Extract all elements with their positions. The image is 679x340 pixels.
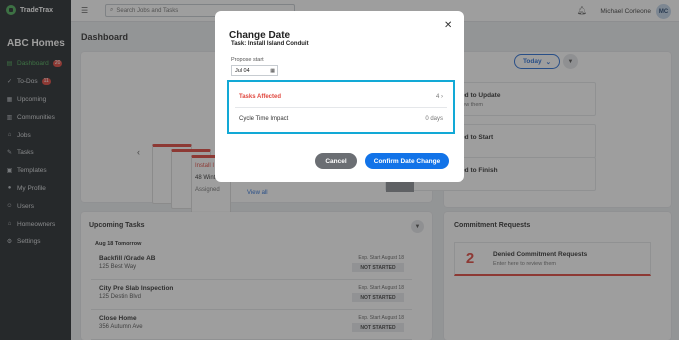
calendar-icon[interactable]: ▦	[270, 68, 275, 74]
chevron-right-icon: ›	[441, 93, 443, 100]
tasks-affected-row[interactable]: Tasks Affected 4 ›	[235, 86, 447, 108]
change-date-modal: ✕ Change Date Task: Install Island Condu…	[215, 11, 464, 182]
propose-start-label: Propose start	[231, 57, 264, 63]
tasks-affected-label: Tasks Affected	[239, 93, 282, 100]
modal-title: Change Date	[229, 30, 291, 41]
confirm-date-change-button[interactable]: Confirm Date Change	[365, 153, 449, 169]
date-value: Jul 04	[235, 67, 250, 74]
cycle-time-label: Cycle Time Impact	[239, 116, 289, 122]
cycle-time-row: Cycle Time Impact 0 days	[235, 108, 447, 130]
tasks-affected-count: 4	[435, 93, 440, 100]
cycle-time-value: 0 days	[425, 116, 443, 122]
impact-summary: Tasks Affected 4 › Cycle Time Impact 0 d…	[227, 80, 455, 134]
tasks-affected-count-wrap: 4 ›	[436, 94, 443, 100]
propose-start-input[interactable]: Jul 04 ▦	[231, 65, 278, 76]
close-icon[interactable]: ✕	[444, 20, 452, 31]
modal-subtitle: Task: Install Island Conduit	[231, 41, 309, 47]
cancel-button[interactable]: Cancel	[315, 153, 357, 169]
